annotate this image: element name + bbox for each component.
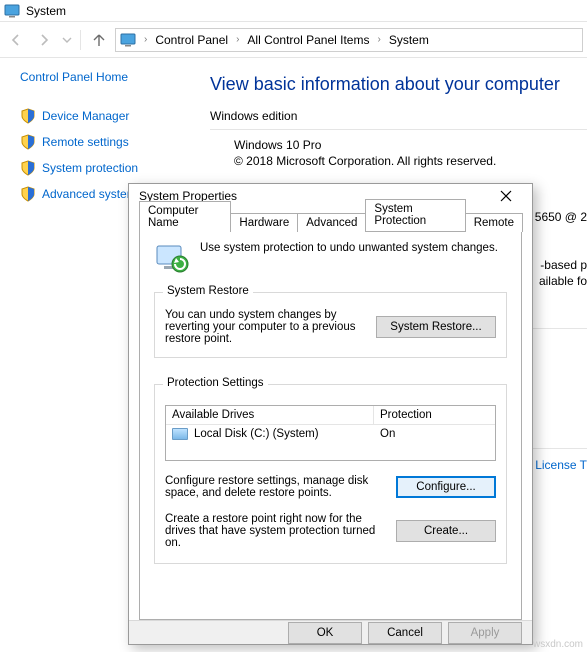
- group-system-restore: System Restore You can undo system chang…: [154, 292, 507, 358]
- sidebar-link-device-manager[interactable]: Device Manager: [20, 108, 202, 124]
- divider: [210, 129, 587, 130]
- back-button[interactable]: [4, 28, 28, 52]
- page-heading: View basic information about your comput…: [210, 74, 587, 95]
- configure-description: Configure restore settings, manage disk …: [165, 475, 386, 499]
- edition-name: Windows 10 Pro: [234, 138, 587, 152]
- column-header-drives[interactable]: Available Drives: [166, 406, 374, 424]
- chevron-right-icon[interactable]: ›: [232, 34, 243, 45]
- navbar: › Control Panel › All Control Panel Item…: [0, 22, 587, 58]
- breadcrumb-segment[interactable]: Control Panel: [151, 29, 232, 51]
- shield-icon: [20, 186, 36, 202]
- tab-computer-name[interactable]: Computer Name: [139, 201, 231, 232]
- hero-row: Use system protection to undo unwanted s…: [154, 242, 507, 278]
- table-header: Available Drives Protection: [166, 406, 495, 425]
- recent-dropdown[interactable]: [60, 28, 74, 52]
- group-protection-settings: Protection Settings Available Drives Pro…: [154, 384, 507, 564]
- tab-strip: Computer Name Hardware Advanced System P…: [139, 210, 522, 232]
- system-restore-button[interactable]: System Restore...: [376, 316, 496, 338]
- system-properties-dialog: System Properties Computer Name Hardware…: [128, 183, 533, 645]
- system-icon: [120, 32, 136, 48]
- disk-icon: [172, 428, 188, 440]
- section-title-edition: Windows edition: [210, 109, 587, 123]
- feature-fragment: ailable fo: [539, 274, 587, 288]
- sidebar-link-system-protection[interactable]: System protection: [20, 160, 202, 176]
- table-row[interactable]: Local Disk (C:) (System) On: [166, 425, 495, 460]
- create-button[interactable]: Create...: [396, 520, 496, 542]
- sidebar-link-label: Remote settings: [42, 135, 129, 149]
- restore-monitor-icon: [154, 242, 190, 278]
- drive-name: Local Disk (C:) (System): [194, 428, 319, 440]
- close-button[interactable]: [486, 184, 526, 208]
- nav-separator: [80, 30, 81, 50]
- control-panel-home-link[interactable]: Control Panel Home: [20, 70, 202, 84]
- drives-table: Available Drives Protection Local Disk (…: [165, 405, 496, 461]
- tab-panel-system-protection: Use system protection to undo unwanted s…: [139, 232, 522, 620]
- chevron-right-icon[interactable]: ›: [140, 34, 151, 45]
- forward-button[interactable]: [32, 28, 56, 52]
- dialog-body: Computer Name Hardware Advanced System P…: [129, 208, 532, 620]
- sidebar-link-label: Device Manager: [42, 109, 129, 123]
- create-description: Create a restore point right now for the…: [165, 513, 386, 549]
- copyright-text: © 2018 Microsoft Corporation. All rights…: [234, 154, 587, 168]
- button-label: System Restore...: [390, 321, 481, 333]
- sidebar-link-label: System protection: [42, 161, 138, 175]
- dialog-footer: OK Cancel Apply: [129, 620, 532, 644]
- configure-button[interactable]: Configure...: [396, 476, 496, 498]
- tab-hardware[interactable]: Hardware: [230, 213, 298, 232]
- sidebar-link-remote-settings[interactable]: Remote settings: [20, 134, 202, 150]
- shield-icon: [20, 134, 36, 150]
- button-label: Apply: [471, 627, 500, 639]
- system-icon: [4, 3, 20, 19]
- window-title: System: [26, 4, 66, 18]
- apply-button[interactable]: Apply: [448, 622, 522, 644]
- shield-icon: [20, 160, 36, 176]
- feature-fragment: -based p: [540, 258, 587, 272]
- license-terms-link[interactable]: License T: [535, 458, 587, 472]
- drive-protection-status: On: [380, 428, 489, 440]
- processor-fragment: 5650 @ 2: [535, 210, 587, 224]
- button-label: OK: [317, 627, 334, 639]
- tab-system-protection[interactable]: System Protection: [365, 199, 465, 231]
- breadcrumb-segment[interactable]: System: [385, 29, 433, 51]
- button-label: Create...: [424, 525, 468, 537]
- chevron-right-icon[interactable]: ›: [373, 34, 384, 45]
- group-title: System Restore: [163, 285, 253, 297]
- hero-text: Use system protection to undo unwanted s…: [200, 242, 498, 254]
- window-titlebar: System: [0, 0, 587, 22]
- tab-remote[interactable]: Remote: [465, 213, 523, 232]
- ok-button[interactable]: OK: [288, 622, 362, 644]
- up-button[interactable]: [87, 28, 111, 52]
- breadcrumb-segment[interactable]: All Control Panel Items: [243, 29, 373, 51]
- address-bar[interactable]: › Control Panel › All Control Panel Item…: [115, 28, 583, 52]
- cancel-button[interactable]: Cancel: [368, 622, 442, 644]
- button-label: Configure...: [416, 481, 475, 493]
- shield-icon: [20, 108, 36, 124]
- group-title: Protection Settings: [163, 377, 268, 389]
- restore-description: You can undo system changes by reverting…: [165, 309, 368, 345]
- column-header-protection[interactable]: Protection: [374, 406, 495, 424]
- edition-block: Windows 10 Pro © 2018 Microsoft Corporat…: [210, 138, 587, 168]
- button-label: Cancel: [387, 627, 423, 639]
- tab-advanced[interactable]: Advanced: [297, 213, 366, 232]
